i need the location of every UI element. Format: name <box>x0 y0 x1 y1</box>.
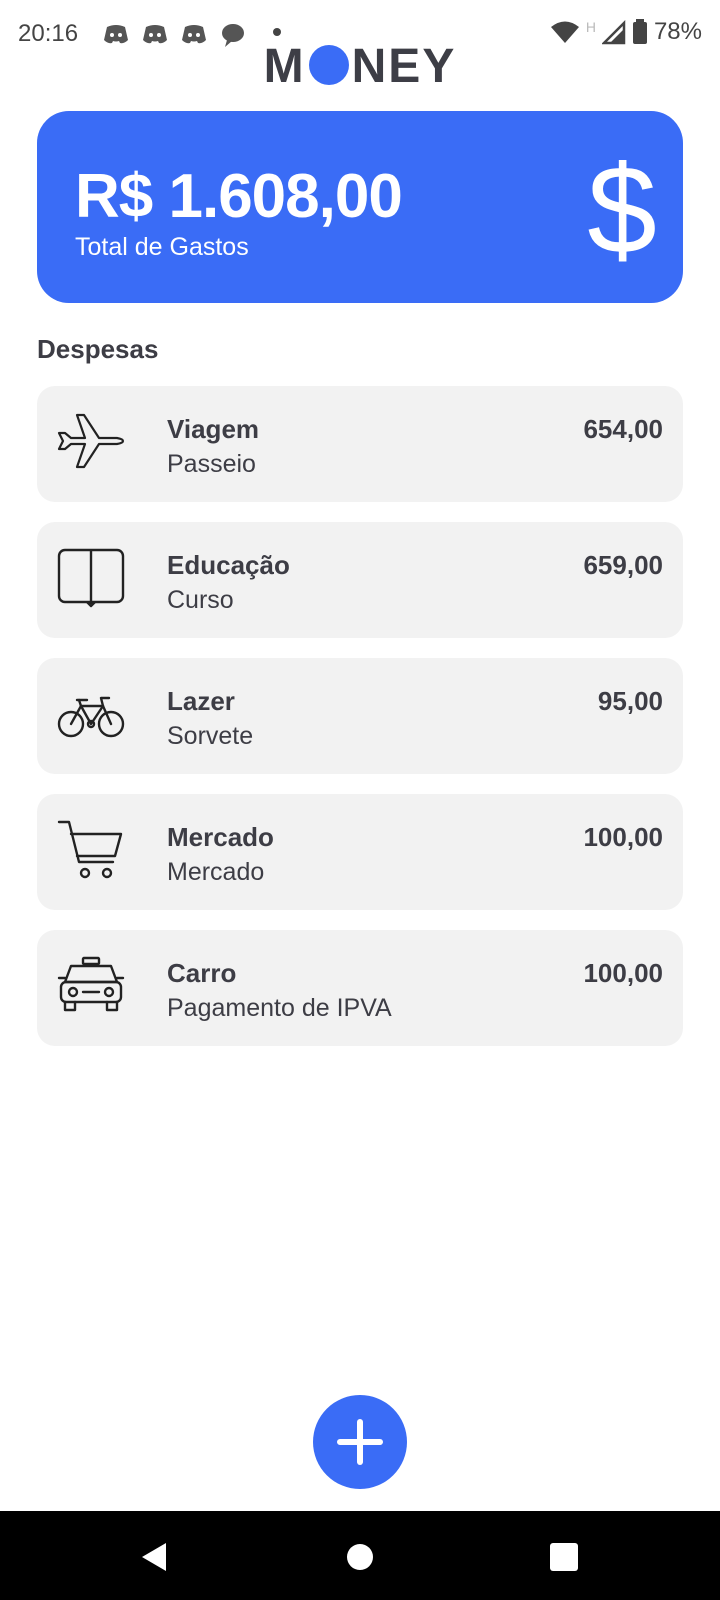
plus-icon <box>337 1419 383 1465</box>
back-icon[interactable] <box>136 1539 172 1575</box>
expense-item[interactable]: Viagem Passeio 654,00 <box>37 386 683 502</box>
expense-description: Sorvete <box>167 722 254 750</box>
dollar-icon: $ <box>587 141 657 271</box>
total-label: Total de Gastos <box>75 233 249 261</box>
expense-list: Viagem Passeio 654,00 Educação Curso 659… <box>37 386 683 1066</box>
system-navigation-bar <box>0 1511 720 1600</box>
book-icon <box>57 548 125 608</box>
cart-icon <box>57 820 123 879</box>
logo-text-left: M <box>263 40 306 93</box>
expense-category: Lazer <box>167 686 235 716</box>
section-title: Despesas <box>37 334 159 364</box>
expense-category: Mercado <box>167 822 274 852</box>
expense-category: Viagem <box>167 414 260 444</box>
expense-value: 100,00 <box>583 822 663 852</box>
expense-value: 100,00 <box>583 958 663 988</box>
expense-value: 95,00 <box>597 686 663 716</box>
expense-value: 659,00 <box>583 550 663 580</box>
expense-value: 654,00 <box>583 414 663 444</box>
logo-text-right: NEY <box>351 40 457 93</box>
expense-item[interactable]: Carro Pagamento de IPVA 100,00 <box>37 930 683 1046</box>
expense-item[interactable]: Educação Curso 659,00 <box>37 522 683 638</box>
airplane-icon <box>57 413 125 469</box>
expense-description: Passeio <box>167 450 256 478</box>
total-expenses-card: R$ 1.608,00 Total de Gastos $ <box>37 111 683 303</box>
expense-category: Educação <box>167 550 290 580</box>
expense-description: Mercado <box>167 858 265 886</box>
expense-description: Pagamento de IPVA <box>167 994 392 1022</box>
taxi-icon <box>57 956 125 1012</box>
expense-item[interactable]: Lazer Sorvete 95,00 <box>37 658 683 774</box>
home-icon[interactable] <box>342 1539 378 1575</box>
network-type-label: H <box>585 19 596 35</box>
expense-category: Carro <box>167 958 237 988</box>
total-amount: R$ 1.608,00 <box>75 162 403 231</box>
svg-text:$: $ <box>587 141 657 271</box>
bicycle-icon <box>57 696 125 738</box>
recents-icon[interactable] <box>546 1539 582 1575</box>
expense-item[interactable]: Mercado Mercado 100,00 <box>37 794 683 910</box>
expense-description: Curso <box>167 586 234 614</box>
logo-circle <box>308 45 349 85</box>
add-expense-button[interactable] <box>313 1395 407 1489</box>
notification-dot <box>273 28 281 36</box>
app-logo: M NEY <box>0 42 720 92</box>
